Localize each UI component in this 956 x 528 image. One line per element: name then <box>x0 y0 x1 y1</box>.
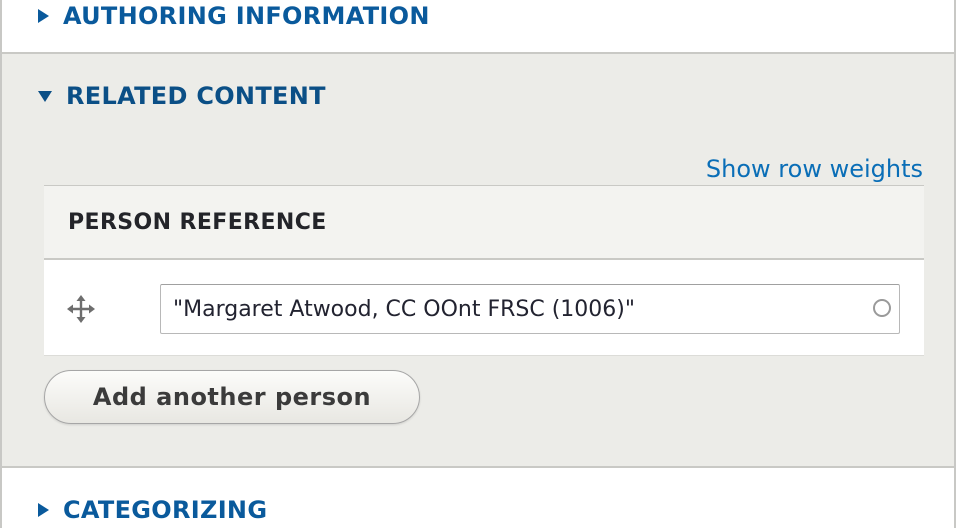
table-header: PERSON REFERENCE <box>44 186 924 260</box>
categorizing-label: CATEGORIZING <box>63 496 268 524</box>
triangle-right-icon <box>38 503 49 517</box>
categorizing-summary[interactable]: CATEGORIZING <box>38 496 267 524</box>
person-reference-header: PERSON REFERENCE <box>68 210 327 235</box>
triangle-right-icon <box>38 9 49 23</box>
authoring-information-details: AUTHORING INFORMATION <box>2 0 954 54</box>
triangle-down-icon <box>38 90 52 102</box>
drag-handle-icon[interactable] <box>66 294 96 324</box>
add-another-person-button[interactable]: Add another person <box>44 370 420 424</box>
node-edit-sidebar: AUTHORING INFORMATION RELATED CONTENT Sh… <box>0 0 956 528</box>
authoring-information-label: AUTHORING INFORMATION <box>63 2 430 30</box>
show-row-weights-link[interactable]: Show row weights <box>706 155 923 183</box>
autocomplete-throbber-icon <box>873 299 891 317</box>
table-row <box>44 260 924 356</box>
related-content-label: RELATED CONTENT <box>66 82 326 110</box>
related-content-details: RELATED CONTENT Show row weights PERSON … <box>2 54 954 468</box>
person-reference-table: PERSON REFERENCE <box>44 185 924 356</box>
related-content-summary[interactable]: RELATED CONTENT <box>38 82 326 110</box>
person-reference-field <box>160 284 900 334</box>
categorizing-details: CATEGORIZING <box>2 468 954 528</box>
authoring-information-summary[interactable]: AUTHORING INFORMATION <box>38 2 430 30</box>
person-reference-input[interactable] <box>161 285 851 333</box>
